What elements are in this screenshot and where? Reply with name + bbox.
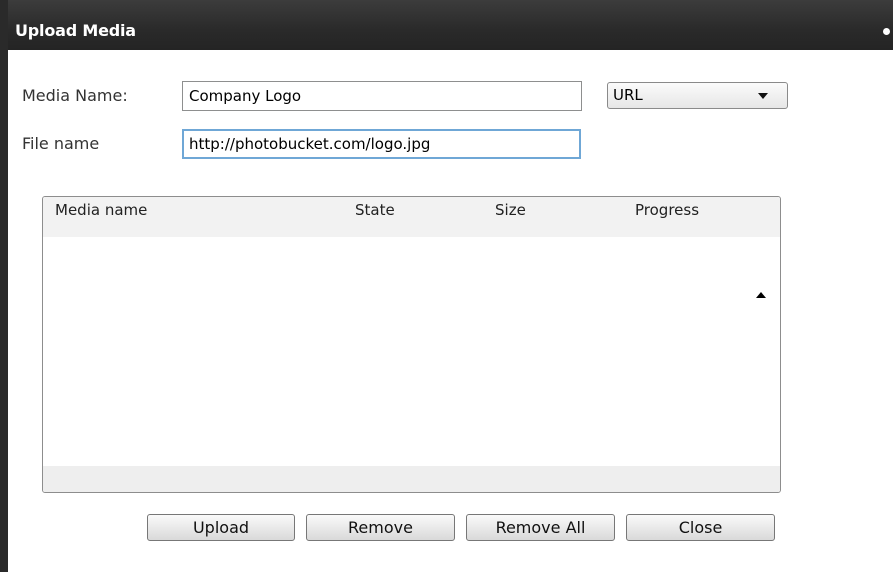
column-header-progress[interactable]: Progress — [635, 201, 699, 219]
chevron-down-icon — [758, 93, 768, 99]
column-header-size[interactable]: Size — [495, 201, 526, 219]
remove-button[interactable]: Remove — [306, 514, 455, 541]
media-upload-grid: Media name State Size Progress — [42, 196, 781, 493]
media-name-input[interactable] — [182, 81, 582, 111]
grid-header: Media name State Size Progress — [43, 197, 780, 237]
grid-footer — [43, 466, 780, 492]
window-left-border — [0, 0, 8, 572]
column-header-media-name[interactable]: Media name — [55, 201, 147, 219]
source-type-select[interactable]: URL — [607, 82, 788, 109]
window-control-dot-icon[interactable] — [883, 28, 890, 35]
scroll-up-icon[interactable] — [756, 292, 766, 298]
dialog-titlebar[interactable]: Upload Media — [0, 0, 893, 50]
upload-button[interactable]: Upload — [147, 514, 295, 541]
close-button[interactable]: Close — [626, 514, 775, 541]
remove-all-button[interactable]: Remove All — [466, 514, 615, 541]
grid-body — [43, 237, 780, 492]
source-type-value: URL — [613, 86, 643, 104]
dialog-title: Upload Media — [15, 21, 136, 40]
media-name-label: Media Name: — [22, 86, 128, 105]
upload-media-dialog: Upload Media Media Name: URL File name M… — [0, 0, 893, 572]
file-name-label: File name — [22, 134, 100, 153]
column-header-state[interactable]: State — [355, 201, 395, 219]
file-name-input[interactable] — [182, 129, 581, 159]
